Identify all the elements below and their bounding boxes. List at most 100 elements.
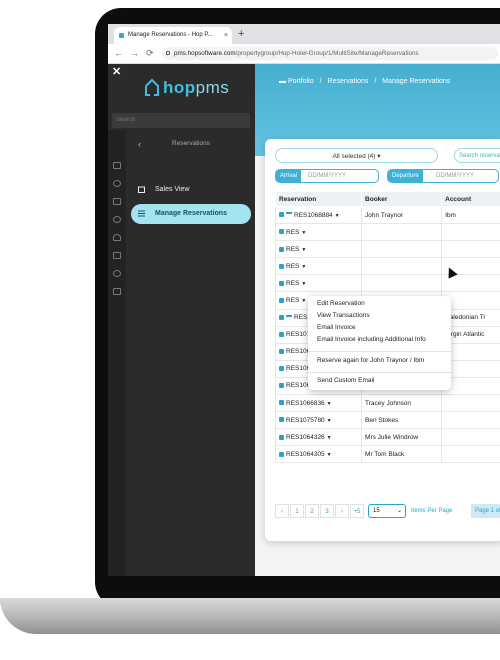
- column-header-account[interactable]: Account: [441, 191, 500, 207]
- caret-down-icon[interactable]: ▼: [327, 418, 332, 424]
- menu-item-email-invoice-additional[interactable]: Email Invoice including Additional Info: [317, 336, 426, 343]
- departure-date-field[interactable]: Departure DD/MM/YYYY: [387, 169, 499, 183]
- caret-down-icon[interactable]: ▼: [301, 230, 306, 236]
- items-per-page-select[interactable]: 15 ⌄: [368, 504, 406, 518]
- expand-icon[interactable]: [279, 280, 284, 286]
- expand-icon[interactable]: [279, 297, 284, 303]
- forward-icon[interactable]: →: [130, 47, 139, 59]
- table-row[interactable]: RES1068884 ▼ John Traynor Ibm: [274, 205, 500, 225]
- table-row[interactable]: RES1075780 ▼ Ben Stokes: [274, 411, 500, 430]
- prev-page-button[interactable]: ‹: [275, 504, 289, 518]
- table-row[interactable]: RES1064305 ▼ Mr Tom Black: [274, 445, 500, 464]
- browser-tab[interactable]: Manage Reservations - Hop P... ×: [114, 27, 232, 44]
- page-1-button[interactable]: 1: [290, 504, 304, 518]
- reservation-cell[interactable]: RES1064326 ▼: [274, 428, 363, 447]
- expand-icon[interactable]: [279, 434, 284, 440]
- breadcrumb: ▬ Portfolio / Reservations / Manage Rese…: [279, 78, 450, 85]
- tab-close-icon[interactable]: ×: [224, 27, 228, 44]
- report-icon[interactable]: [113, 252, 121, 259]
- expand-icon[interactable]: [279, 314, 284, 320]
- folder-icon[interactable]: [113, 162, 121, 169]
- arrow-icon[interactable]: [113, 180, 121, 187]
- sidebar-item-manage-reservations[interactable]: Manage Reservations: [131, 204, 251, 224]
- new-tab-button[interactable]: +: [238, 27, 244, 41]
- reload-icon[interactable]: ⟳: [146, 47, 154, 59]
- reservation-cell[interactable]: RES1066836 ▼: [274, 394, 363, 413]
- reservation-cell[interactable]: RES1068884 ▼: [274, 205, 363, 225]
- caret-down-icon[interactable]: ▼: [327, 401, 332, 407]
- reservation-number[interactable]: RES: [286, 246, 299, 253]
- address-bar[interactable]: pms.hopsoftware.com/propertygroup/Hop-Ho…: [162, 47, 498, 60]
- page-3-button[interactable]: 3: [320, 504, 334, 518]
- table-row[interactable]: RES ▼: [274, 257, 500, 276]
- reservation-number[interactable]: RES1064326: [286, 434, 325, 441]
- breadcrumb-portfolio[interactable]: Portfolio: [288, 78, 314, 85]
- reservation-cell[interactable]: RES1075780 ▼: [274, 411, 363, 430]
- expand-icon[interactable]: [279, 451, 284, 457]
- user-icon[interactable]: [113, 234, 121, 241]
- expand-icon[interactable]: [279, 331, 284, 337]
- next-page-button[interactable]: ›: [335, 504, 349, 518]
- search-reservation-input[interactable]: Search reservation: [454, 148, 500, 163]
- chevron-left-icon[interactable]: ‹: [138, 136, 141, 152]
- menu-item-view-transactions[interactable]: View Transactions: [317, 312, 370, 319]
- expand-icon[interactable]: [279, 229, 284, 235]
- expand-icon[interactable]: [279, 366, 284, 372]
- users-icon[interactable]: [113, 270, 121, 277]
- reservation-number[interactable]: RES: [286, 263, 299, 270]
- column-header-reservation[interactable]: Reservation: [274, 191, 363, 207]
- expand-icon[interactable]: [279, 383, 284, 389]
- expand-icon[interactable]: [279, 263, 284, 269]
- calendar-icon[interactable]: [113, 198, 121, 205]
- site-select-dropdown[interactable]: All selected (4) ▾: [275, 148, 438, 163]
- table-row[interactable]: RES ▼: [274, 223, 500, 242]
- caret-down-icon[interactable]: ▼: [327, 435, 332, 441]
- reservation-number[interactable]: RES: [286, 297, 299, 304]
- expand-icon[interactable]: [279, 400, 284, 406]
- reservation-cell[interactable]: RES ▼: [274, 240, 363, 259]
- back-icon[interactable]: ←: [114, 47, 123, 59]
- table-header-row: Reservation Booker Account: [274, 191, 500, 207]
- column-header-booker[interactable]: Booker: [361, 191, 443, 207]
- breadcrumb-reservations[interactable]: Reservations: [328, 78, 369, 85]
- expand-icon[interactable]: [279, 212, 284, 218]
- reservation-number[interactable]: RES1066836: [286, 400, 325, 407]
- page-2-button[interactable]: 2: [305, 504, 319, 518]
- reservation-number[interactable]: RES1064305: [286, 451, 325, 458]
- caret-down-icon[interactable]: ▼: [301, 247, 306, 253]
- reservation-number[interactable]: RES1075780: [286, 417, 325, 424]
- table-row[interactable]: RES1064326 ▼ Mrs Julie Windrow: [274, 428, 500, 447]
- reservation-cell[interactable]: RES1064305 ▼: [274, 445, 363, 464]
- expand-icon[interactable]: [279, 246, 284, 252]
- reservation-cell[interactable]: RES ▼: [274, 257, 363, 276]
- menu-item-email-invoice[interactable]: Email Invoice: [317, 324, 356, 331]
- caret-down-icon[interactable]: ▼: [335, 213, 340, 219]
- reservation-cell[interactable]: RES ▼: [274, 274, 363, 293]
- sidebar-search-input[interactable]: [112, 113, 250, 128]
- jump-5-button[interactable]: +5: [350, 504, 364, 518]
- expand-icon[interactable]: [279, 417, 284, 423]
- section-header[interactable]: ‹ Reservations: [126, 136, 255, 152]
- table-row[interactable]: RES1066836 ▼ Tracey Johnson: [274, 394, 500, 413]
- sidebar-item-sales-view[interactable]: Sales View: [131, 180, 251, 200]
- menu-item-edit-reservation[interactable]: Edit Reservation: [317, 300, 365, 307]
- reservation-number[interactable]: RES: [286, 280, 299, 287]
- menu-item-reserve-again[interactable]: Reserve again for John Traynor / Ibm: [317, 357, 424, 364]
- table-row[interactable]: RES ▼: [274, 240, 500, 259]
- chart-icon[interactable]: [113, 288, 121, 295]
- caret-down-icon[interactable]: ▼: [327, 452, 332, 458]
- close-sidebar-icon[interactable]: ✕: [112, 65, 121, 78]
- menu-item-send-custom-email[interactable]: Send Custom Email: [317, 377, 374, 384]
- reservation-number[interactable]: RES: [286, 229, 299, 236]
- reservation-cell[interactable]: RES ▼: [274, 223, 363, 242]
- reservation-number[interactable]: RES1068884: [294, 212, 333, 219]
- menu-divider: [308, 372, 451, 373]
- caret-down-icon[interactable]: ▼: [301, 281, 306, 287]
- arrival-date-field[interactable]: Arrival DD/MM/YYYY: [275, 169, 379, 183]
- caret-down-icon[interactable]: ▼: [301, 298, 306, 304]
- table-row[interactable]: RES ▼: [274, 274, 500, 293]
- caret-down-icon[interactable]: ▼: [301, 264, 306, 270]
- departure-label: Departure: [388, 170, 423, 182]
- expand-icon[interactable]: [279, 349, 284, 355]
- group-icon[interactable]: [113, 216, 121, 223]
